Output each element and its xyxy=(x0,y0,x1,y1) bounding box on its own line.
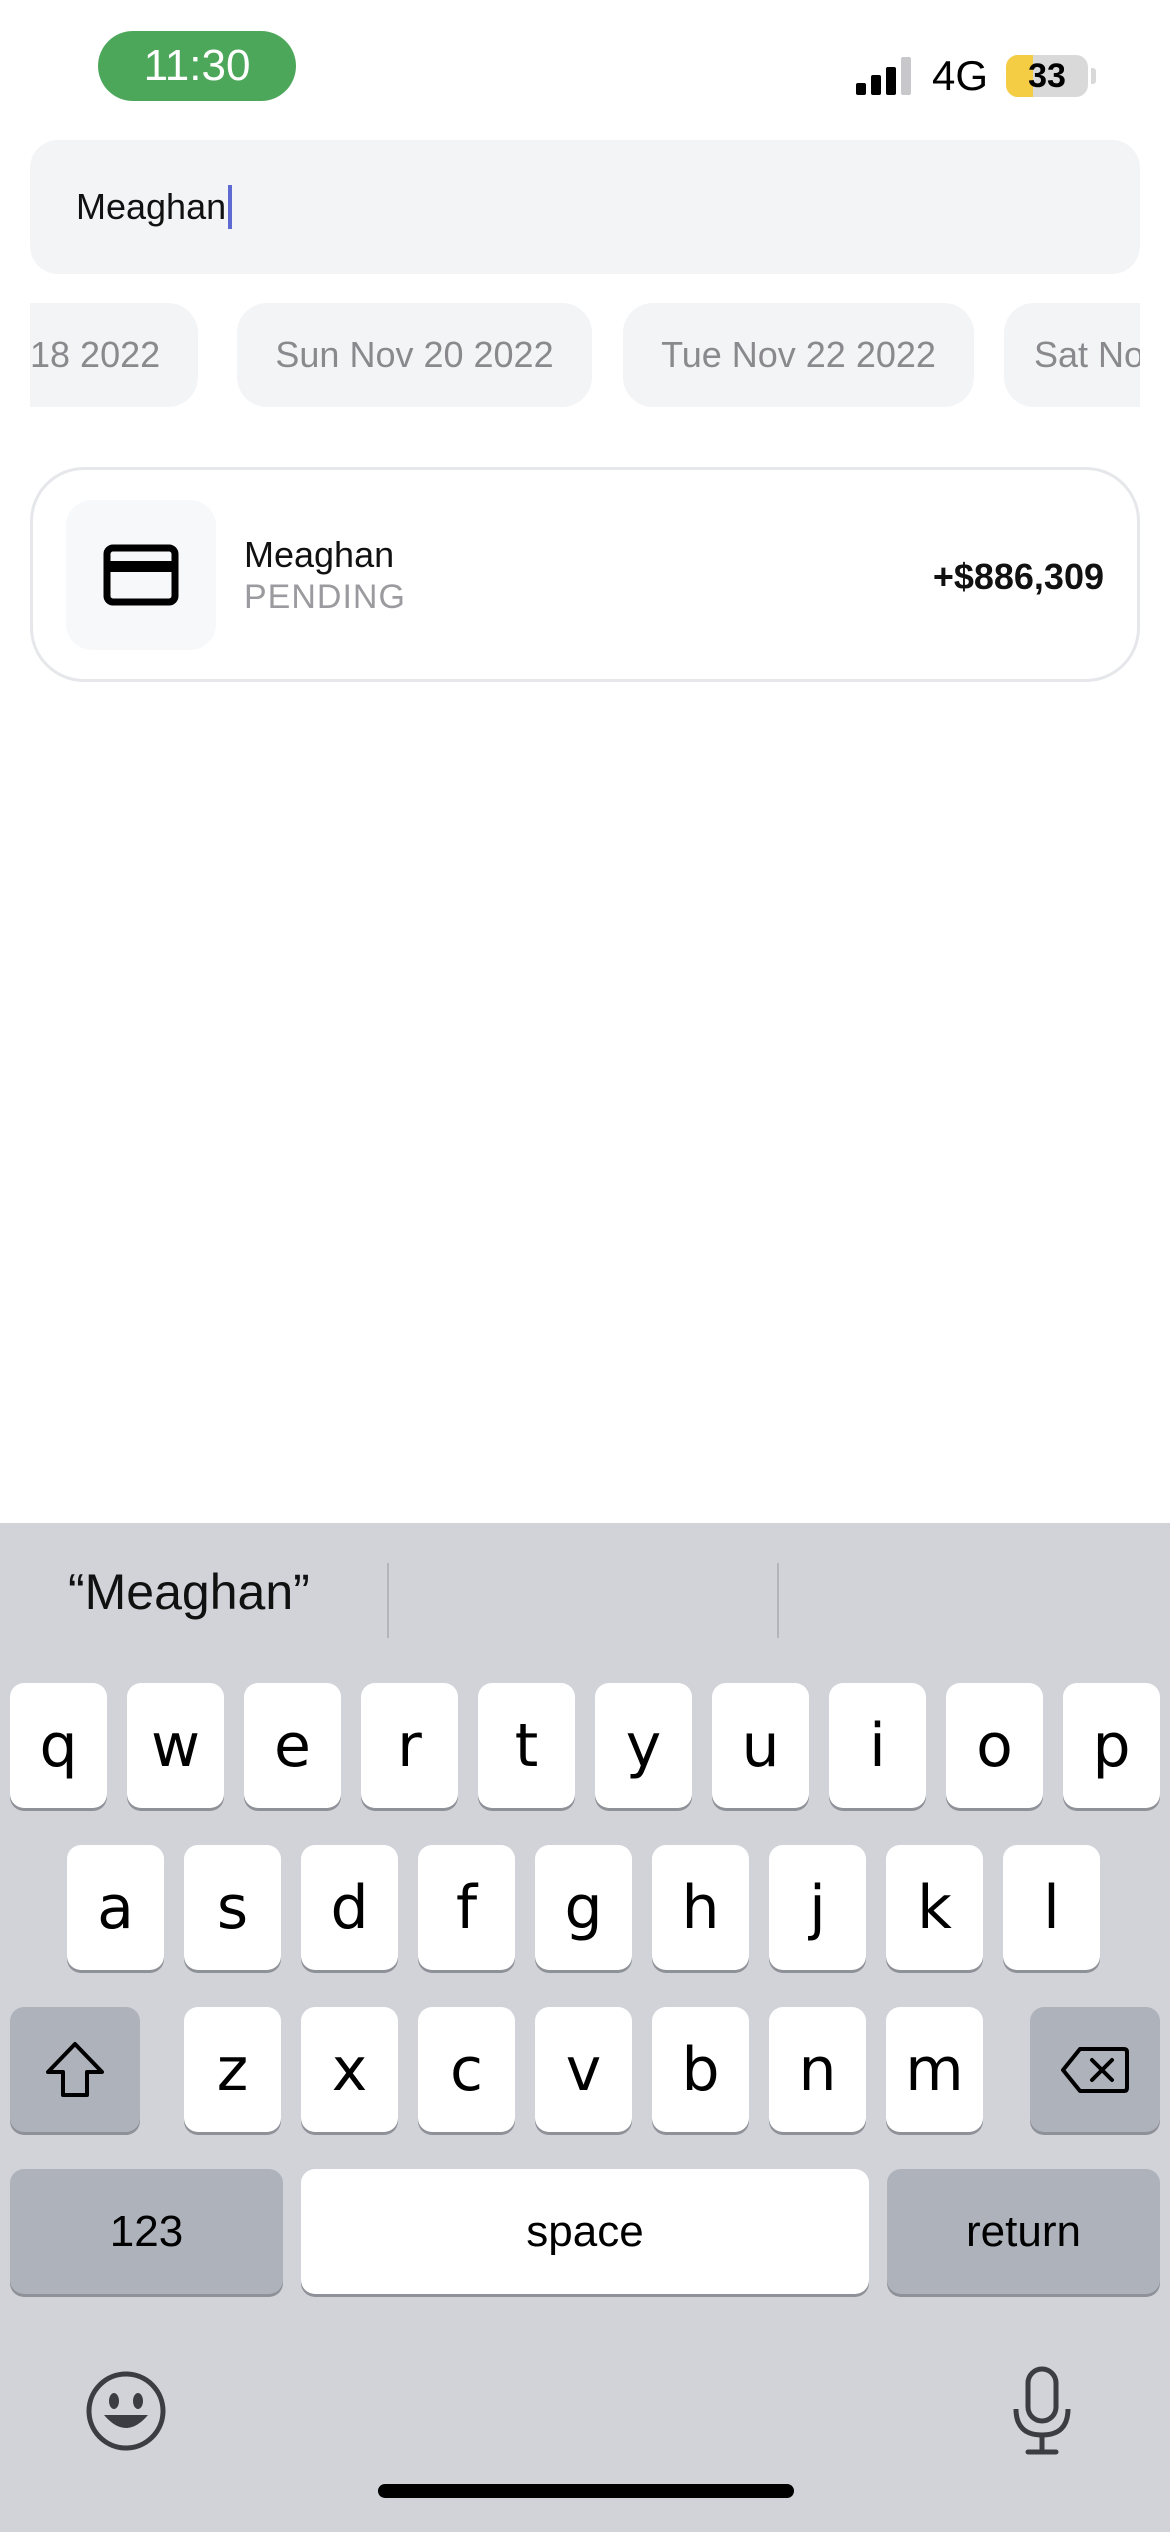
key-q[interactable]: q xyxy=(10,1683,107,1808)
key-z[interactable]: z xyxy=(184,2007,281,2132)
key-k[interactable]: k xyxy=(886,1845,983,1970)
predictive-bar: “Meaghan” xyxy=(0,1523,1170,1683)
shift-icon xyxy=(46,2041,104,2097)
key-s[interactable]: s xyxy=(184,1845,281,1970)
cellular-signal-icon xyxy=(856,57,916,95)
transaction-amount: +$886,309 xyxy=(932,556,1104,597)
return-key[interactable]: return xyxy=(887,2169,1160,2294)
key-i[interactable]: i xyxy=(829,1683,926,1808)
key-r[interactable]: r xyxy=(361,1683,458,1808)
emoji-button[interactable] xyxy=(84,2369,168,2453)
key-v[interactable]: v xyxy=(535,2007,632,2132)
battery-cap xyxy=(1091,68,1096,84)
key-o[interactable]: o xyxy=(946,1683,1043,1808)
keyboard: “Meaghan” q w e r t y u i o p a s d f g … xyxy=(0,1523,1170,2532)
key-x[interactable]: x xyxy=(301,2007,398,2132)
dictation-button[interactable] xyxy=(1010,2365,1074,2457)
key-u[interactable]: u xyxy=(712,1683,809,1808)
shift-key[interactable] xyxy=(10,2007,140,2132)
key-l[interactable]: l xyxy=(1003,1845,1100,1970)
key-h[interactable]: h xyxy=(652,1845,749,1970)
key-a[interactable]: a xyxy=(67,1845,164,1970)
key-b[interactable]: b xyxy=(652,2007,749,2132)
transaction-card[interactable]: Meaghan PENDING +$886,309 xyxy=(30,467,1140,682)
key-f[interactable]: f xyxy=(418,1845,515,1970)
transaction-icon-box xyxy=(66,500,216,650)
network-type: 4G xyxy=(932,52,989,99)
key-w[interactable]: w xyxy=(127,1683,224,1808)
key-m[interactable]: m xyxy=(886,2007,983,2132)
date-chip[interactable]: Sat Nov xyxy=(1004,303,1140,407)
delete-icon xyxy=(1061,2046,1129,2093)
search-input-value: Meaghan xyxy=(76,186,227,227)
microphone-icon xyxy=(1013,2366,1071,2455)
emoji-icon xyxy=(86,2371,166,2451)
space-key[interactable]: space xyxy=(301,2169,869,2294)
key-p[interactable]: p xyxy=(1063,1683,1160,1808)
battery-icon: 33 xyxy=(1006,55,1088,97)
home-indicator[interactable] xyxy=(378,2484,794,2498)
suggestion-divider xyxy=(777,1563,779,1638)
key-d[interactable]: d xyxy=(301,1845,398,1970)
delete-key[interactable] xyxy=(1030,2007,1160,2132)
search-input[interactable]: Meaghan xyxy=(30,140,1140,274)
text-cursor xyxy=(228,185,233,229)
suggestion-item[interactable]: “Meaghan” xyxy=(68,1563,310,1621)
date-chip[interactable]: Tue Nov 22 2022 xyxy=(623,303,974,407)
key-e[interactable]: e xyxy=(244,1683,341,1808)
key-j[interactable]: j xyxy=(769,1845,866,1970)
status-bar: 11:30 4G 33 xyxy=(0,0,1170,130)
date-filter-strip[interactable]: 18 2022 Sun Nov 20 2022 Tue Nov 22 2022 … xyxy=(30,303,1140,407)
numbers-key[interactable]: 123 xyxy=(10,2169,283,2294)
transaction-status: PENDING xyxy=(244,578,406,616)
key-g[interactable]: g xyxy=(535,1845,632,1970)
battery-level: 33 xyxy=(1028,56,1066,95)
key-n[interactable]: n xyxy=(769,2007,866,2132)
key-y[interactable]: y xyxy=(595,1683,692,1808)
key-c[interactable]: c xyxy=(418,2007,515,2132)
date-chip[interactable]: Sun Nov 20 2022 xyxy=(237,303,592,407)
date-chip[interactable]: 18 2022 xyxy=(30,303,198,407)
key-t[interactable]: t xyxy=(478,1683,575,1808)
credit-card-icon xyxy=(103,544,179,606)
suggestion-divider xyxy=(387,1563,389,1638)
transaction-name: Meaghan xyxy=(244,534,395,575)
status-time: 11:30 xyxy=(98,31,296,101)
